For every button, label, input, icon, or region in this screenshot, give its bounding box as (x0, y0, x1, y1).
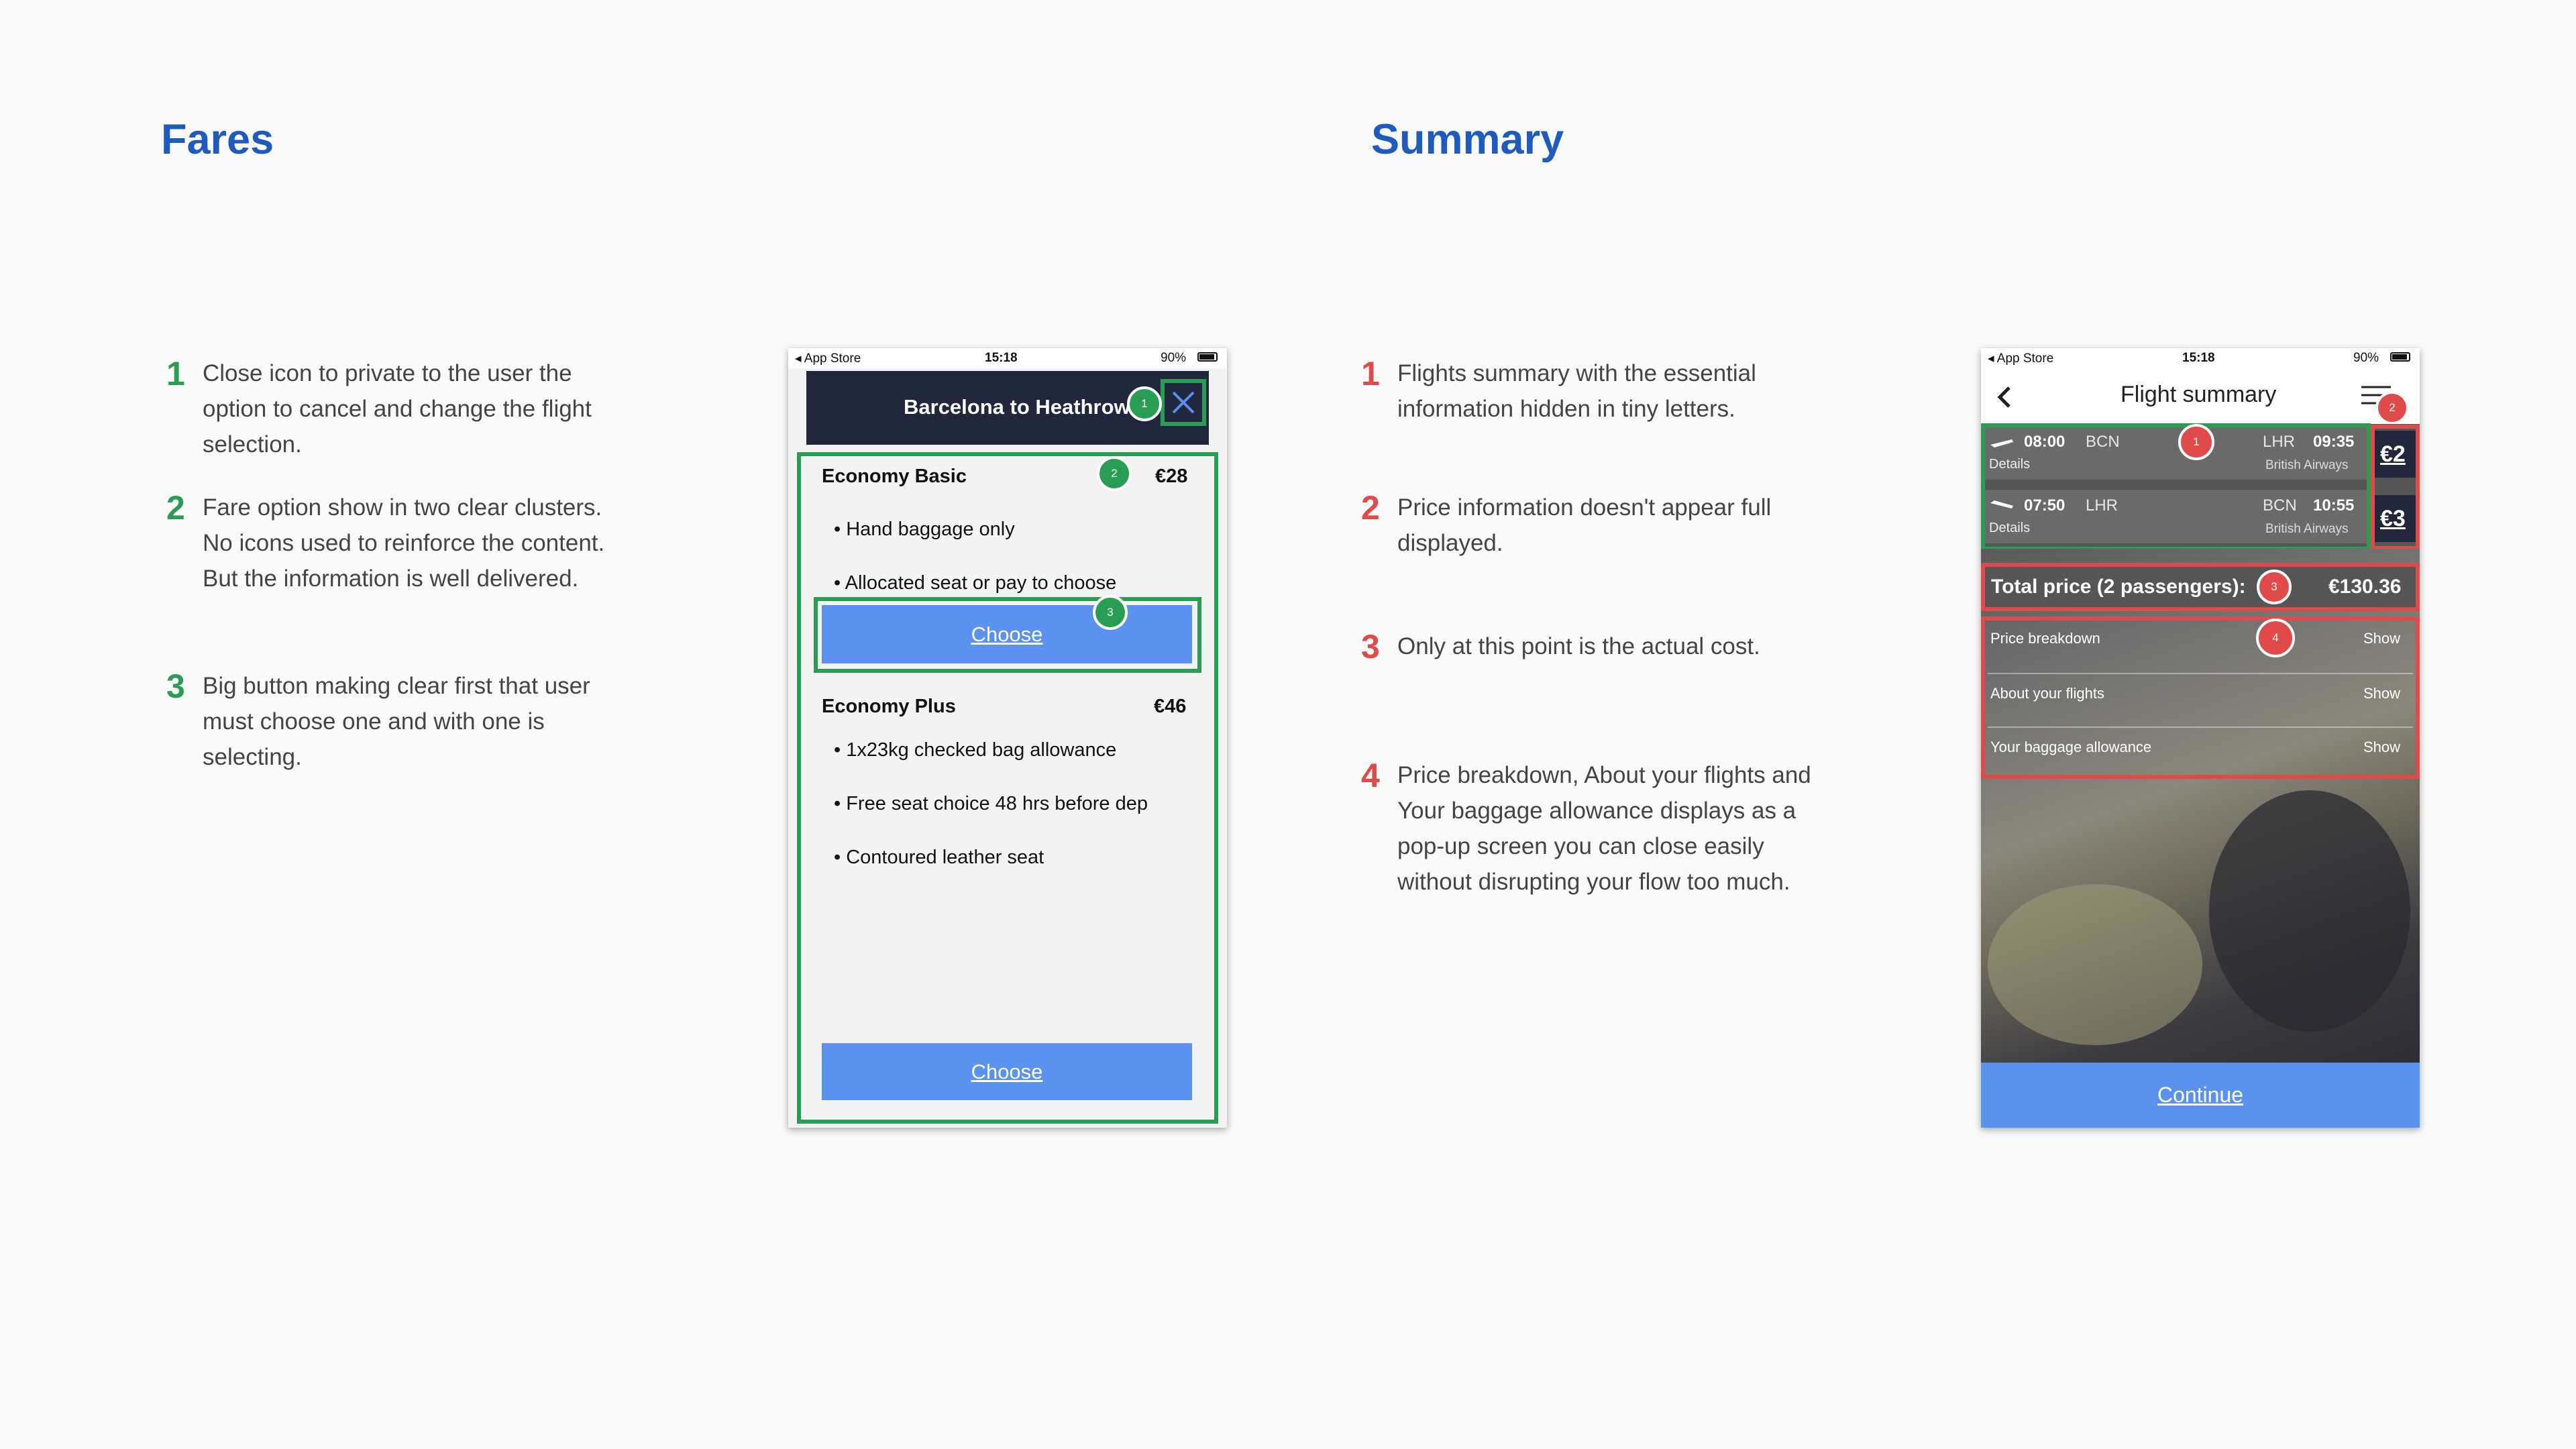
summary-title: Flight summary (2121, 382, 2277, 407)
note-number: 1 (166, 355, 185, 392)
basic-item: • Hand baggage only (834, 519, 1015, 540)
note-number: 3 (166, 667, 185, 705)
note-text: Price breakdown, About your flights and … (1397, 762, 1811, 895)
plus-item: • Free seat choice 48 hrs before dep (834, 793, 1148, 814)
note-text: Close icon to private to the user the op… (203, 360, 592, 458)
status-time: 15:18 (2182, 351, 2215, 365)
status-bar: ◂ App Store 15:18 90% (1981, 348, 2420, 368)
fares-phone-screen: ◂ App Store 15:18 90% Barcelona to Heath… (788, 348, 1227, 1128)
marker-2: 2 (2375, 391, 2409, 425)
status-battery-text: 90% (2353, 351, 2379, 365)
battery-icon (2390, 352, 2410, 362)
rows-highlight (1981, 616, 2420, 779)
note-text: Price information doesn't appear full di… (1397, 494, 1772, 556)
status-bar: ◂ App Store 15:18 90% (788, 348, 1227, 368)
summary-note-4: 4 Price breakdown, About your flights an… (1361, 757, 1827, 900)
battery-icon (1197, 352, 1218, 362)
status-left: ◂ App Store (1988, 352, 2054, 366)
summary-phone-screen: ◂ App Store 15:18 90% Flight summary 2 0… (1981, 348, 2420, 1128)
note-text: Fare option show in two clear clusters. … (203, 494, 605, 592)
fares-note-3: 3 Big button making clear first that use… (166, 667, 632, 775)
flights-highlight (1981, 423, 2371, 551)
marker-3: 3 (2257, 570, 2292, 604)
note-number: 2 (1361, 489, 1380, 527)
economy-basic-title: Economy Basic (822, 466, 967, 487)
price-highlight (2371, 425, 2420, 550)
basic-item: • Allocated seat or pay to choose (834, 572, 1117, 594)
fares-heading: Fares (161, 116, 274, 163)
note-number: 1 (1361, 355, 1380, 392)
marker-1: 1 (2178, 424, 2214, 460)
marker-4: 4 (2256, 619, 2295, 657)
status-time: 15:18 (985, 351, 1018, 365)
economy-basic-price: €28 (1155, 466, 1188, 487)
fares-note-2: 2 Fare option show in two clear clusters… (166, 489, 632, 596)
status-left: ◂ App Store (795, 352, 861, 366)
header-title: Barcelona to Heathrow (904, 395, 1130, 419)
continue-button[interactable]: Continue (1981, 1063, 2420, 1128)
note-number: 4 (1361, 757, 1380, 794)
marker-2: 2 (1097, 456, 1132, 491)
choose-plus-button[interactable]: Choose (822, 1043, 1192, 1100)
plus-item: • Contoured leather seat (834, 847, 1044, 868)
summary-note-1: 1 Flights summary with the essential inf… (1361, 355, 1827, 427)
note-number: 3 (1361, 628, 1380, 665)
close-icon (1172, 391, 1195, 414)
note-text: Only at this point is the actual cost. (1397, 633, 1760, 659)
summary-heading: Summary (1371, 116, 1564, 163)
summary-note-3: 3 Only at this point is the actual cost. (1361, 628, 1827, 665)
marker-3: 3 (1093, 595, 1128, 630)
choose-basic-button[interactable]: Choose (822, 605, 1192, 663)
economy-plus-title: Economy Plus (822, 696, 956, 717)
note-text: Big button making clear first that user … (203, 673, 590, 770)
total-highlight (1981, 563, 2420, 611)
economy-plus-price: €46 (1154, 696, 1187, 717)
summary-note-2: 2 Price information doesn't appear full … (1361, 489, 1827, 561)
back-chevron-icon[interactable] (1994, 384, 2015, 411)
note-number: 2 (166, 489, 185, 527)
fares-note-1: 1 Close icon to private to the user the … (166, 355, 632, 462)
fare-options-highlight (797, 452, 1218, 1124)
close-button[interactable] (1161, 379, 1206, 426)
status-battery-text: 90% (1161, 351, 1187, 365)
marker-1: 1 (1127, 386, 1162, 421)
plus-item: • 1x23kg checked bag allowance (834, 739, 1117, 761)
note-text: Flights summary with the essential infor… (1397, 360, 1756, 422)
